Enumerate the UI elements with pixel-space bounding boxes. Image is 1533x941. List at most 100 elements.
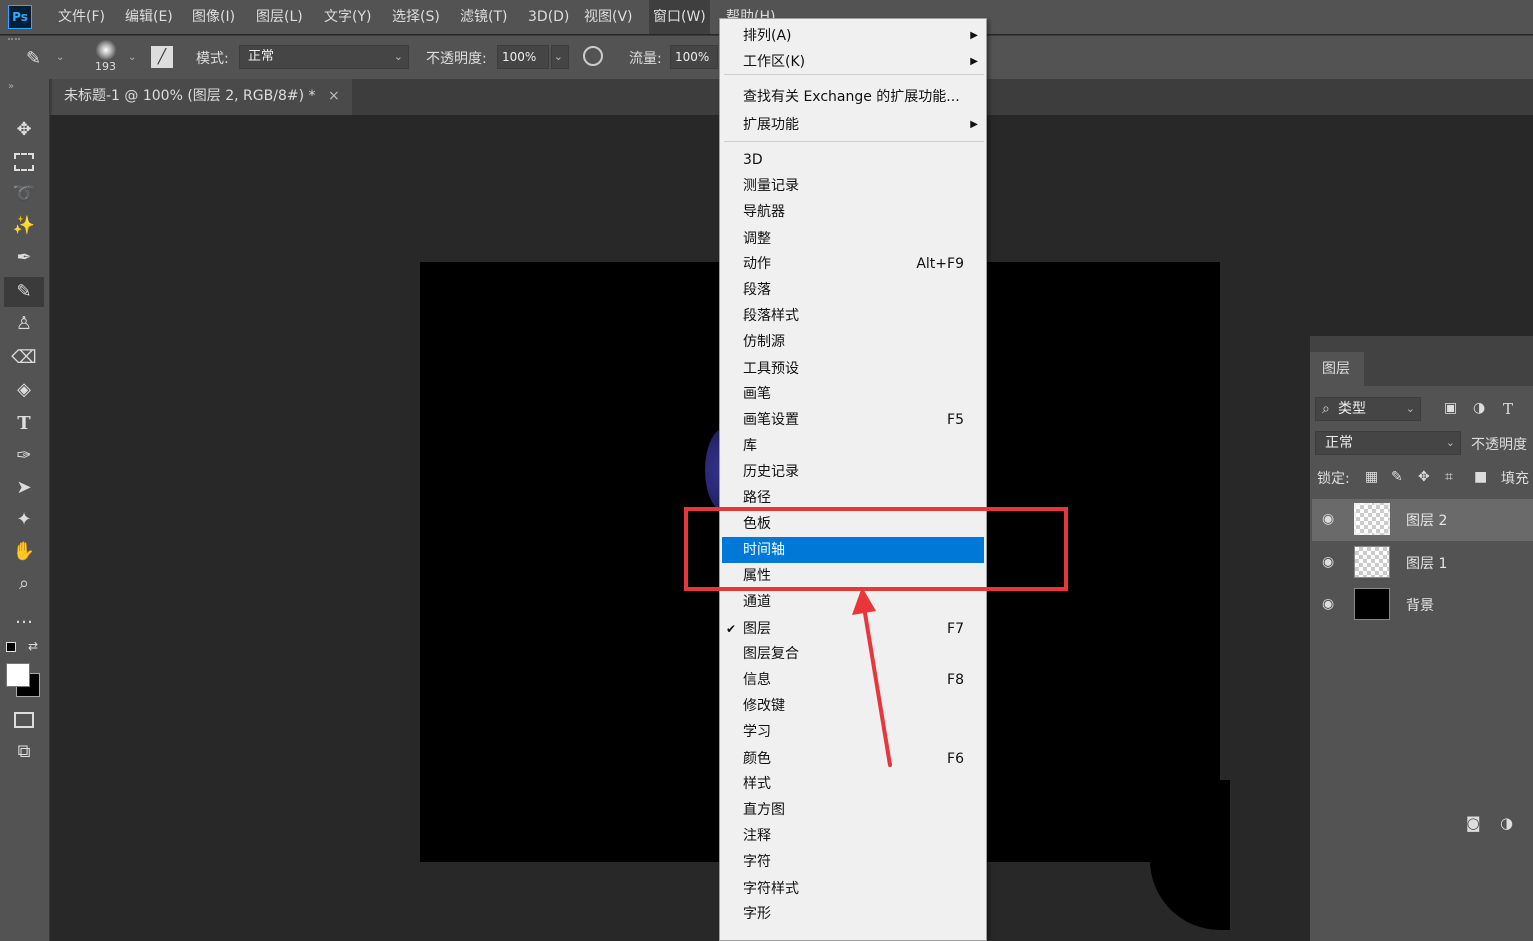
- menu-item-label: 库: [743, 438, 757, 454]
- lock-position-icon[interactable]: ✥: [1418, 469, 1430, 485]
- flow-label: 流量:: [629, 51, 662, 67]
- menu-window[interactable]: 窗口(W): [649, 0, 710, 34]
- fill-label: 填充: [1501, 471, 1529, 487]
- menu-file[interactable]: 文件(F): [58, 0, 105, 34]
- menu-item-label: 工具预设: [743, 361, 799, 377]
- layer-filter-select[interactable]: ⌕ 类型 ⌄: [1315, 397, 1421, 421]
- menu-view[interactable]: 视图(V): [584, 0, 633, 34]
- tab-layers[interactable]: 图层: [1312, 352, 1364, 386]
- shape-icon[interactable]: ✦: [4, 505, 44, 535]
- lock-pixels-icon[interactable]: ✎: [1391, 469, 1403, 485]
- window-menu-dropdown: 排列(A) ▶ 工作区(K) ▶ 查找有关 Exchange 的扩展功能... 扩展功能 ▶…: [719, 18, 987, 941]
- menu-image[interactable]: 图像(I): [192, 0, 235, 34]
- opacity-field[interactable]: 100%: [497, 45, 549, 69]
- menu-filter[interactable]: 滤镜(T): [460, 0, 507, 34]
- menu-item[interactable]: 工作区(K) ▶: [722, 49, 984, 75]
- lock-artboard-icon[interactable]: ⌗: [1445, 469, 1453, 485]
- menu-item[interactable]: 查找有关 Exchange 的扩展功能...: [722, 84, 984, 110]
- menu-item-label: 样式: [743, 776, 771, 792]
- magic-wand-icon[interactable]: ✨: [4, 211, 44, 241]
- paint-bucket-icon[interactable]: ◈: [4, 375, 44, 405]
- adjustment-layer-icon[interactable]: ◑: [1500, 814, 1513, 832]
- foreground-color-swatch[interactable]: [6, 663, 30, 687]
- menu-item[interactable]: 排列(A) ▶: [722, 23, 984, 49]
- chevron-down-icon[interactable]: ⌄: [56, 52, 64, 63]
- layer-thumbnail: [1354, 503, 1390, 535]
- menu-item[interactable]: 字形: [722, 901, 984, 927]
- zoom-icon[interactable]: ⌕: [4, 569, 44, 599]
- default-colors-icon[interactable]: [6, 642, 16, 652]
- more-icon[interactable]: …: [4, 603, 44, 633]
- menu-edit[interactable]: 编辑(E): [125, 0, 173, 34]
- menu-type[interactable]: 文字(Y): [324, 0, 371, 34]
- quick-mask-icon[interactable]: [4, 705, 44, 735]
- brush-tip-icon[interactable]: [96, 40, 116, 60]
- swap-colors-icon[interactable]: ⇄: [28, 639, 38, 653]
- chevron-down-icon: ⌄: [393, 50, 403, 63]
- menu-item[interactable]: 直方图: [722, 797, 984, 823]
- menu-item[interactable]: 段落: [722, 277, 984, 303]
- menu-select[interactable]: 选择(S): [392, 0, 440, 34]
- menu-item-label: 图层复合: [743, 646, 799, 662]
- blend-mode-select[interactable]: 正常 ⌄: [1315, 431, 1461, 455]
- menu-item[interactable]: 调整: [722, 226, 984, 252]
- menu-item[interactable]: 历史记录: [722, 459, 984, 485]
- type-icon[interactable]: T: [4, 409, 44, 439]
- marquee-icon[interactable]: [4, 147, 44, 177]
- brush-settings-icon[interactable]: ╱: [151, 46, 173, 68]
- lock-all-icon[interactable]: ■: [1474, 469, 1487, 485]
- eye-icon[interactable]: ◉: [1322, 554, 1338, 570]
- layer-row[interactable]: ◉ 图层 2: [1312, 499, 1533, 541]
- menu-item[interactable]: 导航器: [722, 199, 984, 225]
- mask-icon[interactable]: ◙: [1466, 814, 1481, 832]
- brush-icon[interactable]: ✎: [4, 277, 44, 307]
- menu-item[interactable]: 画笔设置 F5: [722, 407, 984, 433]
- pressure-opacity-icon[interactable]: [583, 46, 603, 66]
- flow-field[interactable]: 100%: [670, 45, 718, 69]
- menu-layer[interactable]: 图层(L): [256, 0, 303, 34]
- menu-item-label: 字符样式: [743, 881, 799, 897]
- layer-row[interactable]: ◉ 背景: [1312, 584, 1533, 626]
- menu-item[interactable]: 动作 Alt+F9: [722, 251, 984, 277]
- eye-icon[interactable]: ◉: [1322, 596, 1338, 612]
- hand-icon[interactable]: ✋: [4, 537, 44, 567]
- document-tab[interactable]: 未标题-1 @ 100% (图层 2, RGB/8#) * ×: [52, 79, 352, 115]
- image-filter-icon[interactable]: ▣: [1444, 400, 1457, 416]
- menu-item-label: 字符: [743, 854, 771, 870]
- adjustment-filter-icon[interactable]: ◑: [1473, 400, 1485, 416]
- type-filter-icon[interactable]: T: [1503, 400, 1513, 418]
- eraser-icon[interactable]: ⌫: [4, 343, 44, 373]
- menu-3d[interactable]: 3D(D): [528, 0, 569, 34]
- menu-item[interactable]: 仿制源: [722, 329, 984, 355]
- close-icon[interactable]: ×: [328, 88, 340, 104]
- lock-transparent-icon[interactable]: ▦: [1365, 469, 1378, 485]
- menu-item[interactable]: 3D: [722, 147, 984, 173]
- pen-icon[interactable]: ✑: [4, 441, 44, 471]
- screen-mode-icon[interactable]: ⧉: [4, 737, 44, 767]
- menu-item-label: 段落: [743, 282, 771, 298]
- path-select-icon[interactable]: ➤: [4, 473, 44, 503]
- collapse-icon[interactable]: »: [8, 81, 14, 92]
- chevron-down-icon: ⌄: [553, 50, 563, 63]
- mode-select[interactable]: 正常 ⌄: [239, 45, 409, 69]
- chevron-down-icon[interactable]: ⌄: [128, 52, 136, 63]
- eye-icon[interactable]: ◉: [1322, 511, 1338, 527]
- menu-item[interactable]: 库: [722, 433, 984, 459]
- menu-item[interactable]: 工具预设: [722, 356, 984, 382]
- eyedropper-icon[interactable]: ✒: [4, 243, 44, 273]
- stamp-icon[interactable]: ♙: [4, 309, 44, 339]
- opacity-dropdown[interactable]: ⌄: [551, 45, 569, 69]
- menu-item-label: 测量记录: [743, 178, 799, 194]
- mode-label: 模式:: [196, 51, 229, 67]
- menu-item[interactable]: 字符样式: [722, 876, 984, 902]
- menu-item[interactable]: 画笔: [722, 381, 984, 407]
- menu-item[interactable]: 注释: [722, 823, 984, 849]
- menu-item[interactable]: 字符: [722, 849, 984, 875]
- layer-row[interactable]: ◉ 图层 1: [1312, 542, 1533, 584]
- menu-item[interactable]: 测量记录: [722, 173, 984, 199]
- menu-item[interactable]: 段落样式: [722, 303, 984, 329]
- menu-item[interactable]: 扩展功能 ▶: [722, 112, 984, 138]
- lasso-icon[interactable]: ➰: [4, 179, 44, 209]
- brush-preset-icon[interactable]: ✎: [26, 48, 41, 69]
- move-icon[interactable]: ✥: [4, 115, 44, 145]
